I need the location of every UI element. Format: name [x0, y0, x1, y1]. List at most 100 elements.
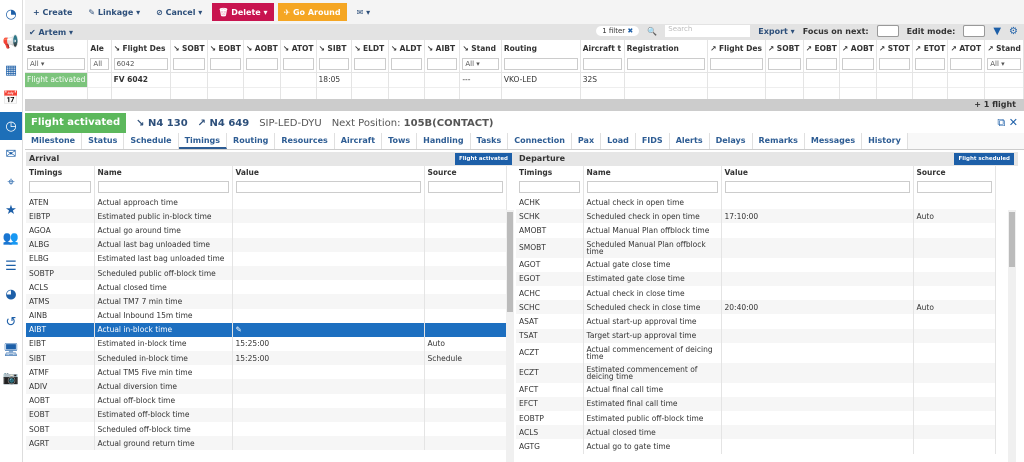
timing-cell[interactable]: [721, 425, 913, 439]
grid-column-filter[interactable]: All ▾: [987, 58, 1021, 70]
timing-row[interactable]: TSATTarget start-up approval time: [516, 329, 995, 343]
tab-schedule[interactable]: Schedule: [124, 133, 178, 149]
tab-alerts[interactable]: Alerts: [670, 133, 710, 149]
export-button[interactable]: Export ▾: [758, 27, 794, 36]
tab-pax[interactable]: Pax: [572, 133, 601, 149]
calendar-icon[interactable]: 📅: [0, 84, 22, 112]
grid-column-header[interactable]: Registration: [624, 40, 707, 56]
timing-cell[interactable]: [232, 294, 424, 308]
timing-cell[interactable]: [232, 365, 424, 379]
star-icon[interactable]: ★: [0, 196, 22, 224]
grid-column-header[interactable]: ↗ SOBT: [765, 40, 803, 56]
calendar-grid-icon[interactable]: ▦: [0, 56, 22, 84]
timing-cell[interactable]: [721, 272, 913, 286]
timing-cell[interactable]: [232, 379, 424, 393]
grid-column-header[interactable]: Aircraft t: [580, 40, 624, 56]
pie-chart-icon[interactable]: ◕: [0, 280, 22, 308]
grid-column-filter[interactable]: [583, 58, 622, 70]
column-header[interactable]: Name: [583, 166, 721, 179]
column-header[interactable]: Name: [94, 166, 232, 179]
users-gear-icon[interactable]: 👥: [0, 224, 22, 252]
grid-column-header[interactable]: Routing: [501, 40, 580, 56]
timing-cell[interactable]: [721, 439, 913, 453]
camera-icon[interactable]: 📷: [0, 364, 22, 392]
megaphone-icon[interactable]: 📢: [0, 28, 22, 56]
cancel-button[interactable]: ⊘ Cancel ▾: [150, 3, 208, 21]
timing-cell[interactable]: 15:25:00: [232, 351, 424, 365]
tab-resources[interactable]: Resources: [275, 133, 334, 149]
grid-column-filter[interactable]: [427, 58, 458, 70]
delete-button[interactable]: 🗑 Delete ▾: [212, 3, 273, 21]
grid-column-header[interactable]: ↘ ATOT: [280, 40, 316, 56]
timing-row[interactable]: ASATActual start-up approval time: [516, 314, 995, 328]
grid-column-filter[interactable]: [806, 58, 837, 70]
tab-delays[interactable]: Delays: [710, 133, 753, 149]
horizontal-scrollbar[interactable]: + 1 flight: [25, 99, 1024, 111]
grid-column-filter[interactable]: 6042: [114, 58, 169, 70]
timing-row[interactable]: AMOBTActual Manual Plan offblock time: [516, 223, 995, 237]
timing-cell[interactable]: [721, 363, 913, 383]
tab-tasks[interactable]: Tasks: [471, 133, 509, 149]
tab-handling[interactable]: Handling: [417, 133, 470, 149]
timing-cell[interactable]: [232, 422, 424, 436]
grid-column-filter[interactable]: [210, 58, 241, 70]
grid-column-header[interactable]: ↘ ELDT: [352, 40, 389, 56]
tab-timings[interactable]: Timings: [179, 133, 227, 149]
grid-column-filter[interactable]: [710, 58, 763, 70]
timing-row[interactable]: EOBTPEstimated public off-block time: [516, 411, 995, 425]
timing-cell[interactable]: 15:25:00: [232, 337, 424, 351]
tab-routing[interactable]: Routing: [227, 133, 275, 149]
create-button[interactable]: + Create: [27, 3, 78, 21]
column-filter-input[interactable]: [428, 181, 503, 193]
grid-column-header[interactable]: ↗ STOT: [876, 40, 912, 56]
timing-row[interactable]: SOBTPScheduled public off-block time: [26, 266, 506, 280]
grid-column-header[interactable]: ↘ ALDT: [388, 40, 424, 56]
timing-cell[interactable]: [232, 266, 424, 280]
column-filter-input[interactable]: [236, 181, 421, 193]
grid-column-header[interactable]: ↗ ATOT: [948, 40, 985, 56]
tab-load[interactable]: Load: [601, 133, 636, 149]
grid-column-header[interactable]: ↗ AOBT: [839, 40, 876, 56]
focus-next-toggle[interactable]: [877, 25, 899, 37]
grid-column-filter[interactable]: All ▾: [462, 58, 499, 70]
grid-column-header[interactable]: ↘ Flight Des: [111, 40, 171, 56]
grid-column-header[interactable]: Status: [25, 40, 88, 56]
column-filter-input[interactable]: [725, 181, 910, 193]
grid-column-header[interactable]: ↗ Flight Des: [708, 40, 766, 56]
timing-cell[interactable]: 17:10:00: [721, 209, 913, 223]
vertical-scrollbar[interactable]: [506, 210, 514, 462]
grid-column-header[interactable]: ↘ AIBT: [424, 40, 460, 56]
grid-column-filter[interactable]: [950, 58, 982, 70]
mail-icon[interactable]: ✉: [0, 140, 22, 168]
grid-column-header[interactable]: ↘ Stand: [460, 40, 502, 56]
linkage-button[interactable]: ✎ Linkage ▾: [82, 3, 146, 21]
user-filter-dropdown[interactable]: ✔ Artem ▾: [29, 28, 73, 37]
timing-row[interactable]: AGTGActual go to gate time: [516, 439, 995, 453]
timing-row[interactable]: ELBGEstimated last bag unloaded time: [26, 252, 506, 266]
grid-column-filter[interactable]: [768, 58, 801, 70]
column-header[interactable]: Value: [232, 166, 424, 179]
timing-cell[interactable]: [721, 383, 913, 397]
timing-row[interactable]: ATENActual approach time: [26, 195, 506, 209]
grid-column-header[interactable]: ↗ EOBT: [803, 40, 839, 56]
tab-remarks[interactable]: Remarks: [753, 133, 805, 149]
timing-row[interactable]: AGOAActual go around time: [26, 223, 506, 237]
search-input[interactable]: Search: [665, 25, 750, 37]
go-around-button[interactable]: ✈ Go Around: [278, 3, 347, 21]
grid-column-filter[interactable]: [391, 58, 422, 70]
gear-icon[interactable]: ⚙: [1009, 26, 1018, 37]
timing-row[interactable]: SMOBTScheduled Manual Plan offblock time: [516, 238, 995, 258]
tab-fids[interactable]: FIDS: [636, 133, 670, 149]
edit-mode-toggle[interactable]: [963, 25, 985, 37]
timing-cell[interactable]: [232, 280, 424, 294]
timing-row[interactable]: ACLSActual closed time: [516, 425, 995, 439]
timing-row[interactable]: ATMSActual TM7 7 min time: [26, 294, 506, 308]
grid-column-header[interactable]: Ale: [88, 40, 111, 56]
column-header[interactable]: Source: [913, 166, 995, 179]
list-icon[interactable]: ☰: [0, 252, 22, 280]
tab-messages[interactable]: Messages: [805, 133, 862, 149]
grid-column-filter[interactable]: [879, 58, 910, 70]
tab-milestone[interactable]: Milestone: [25, 133, 82, 149]
grid-column-filter[interactable]: [504, 58, 578, 70]
grid-column-header[interactable]: ↗ ETOT: [912, 40, 948, 56]
